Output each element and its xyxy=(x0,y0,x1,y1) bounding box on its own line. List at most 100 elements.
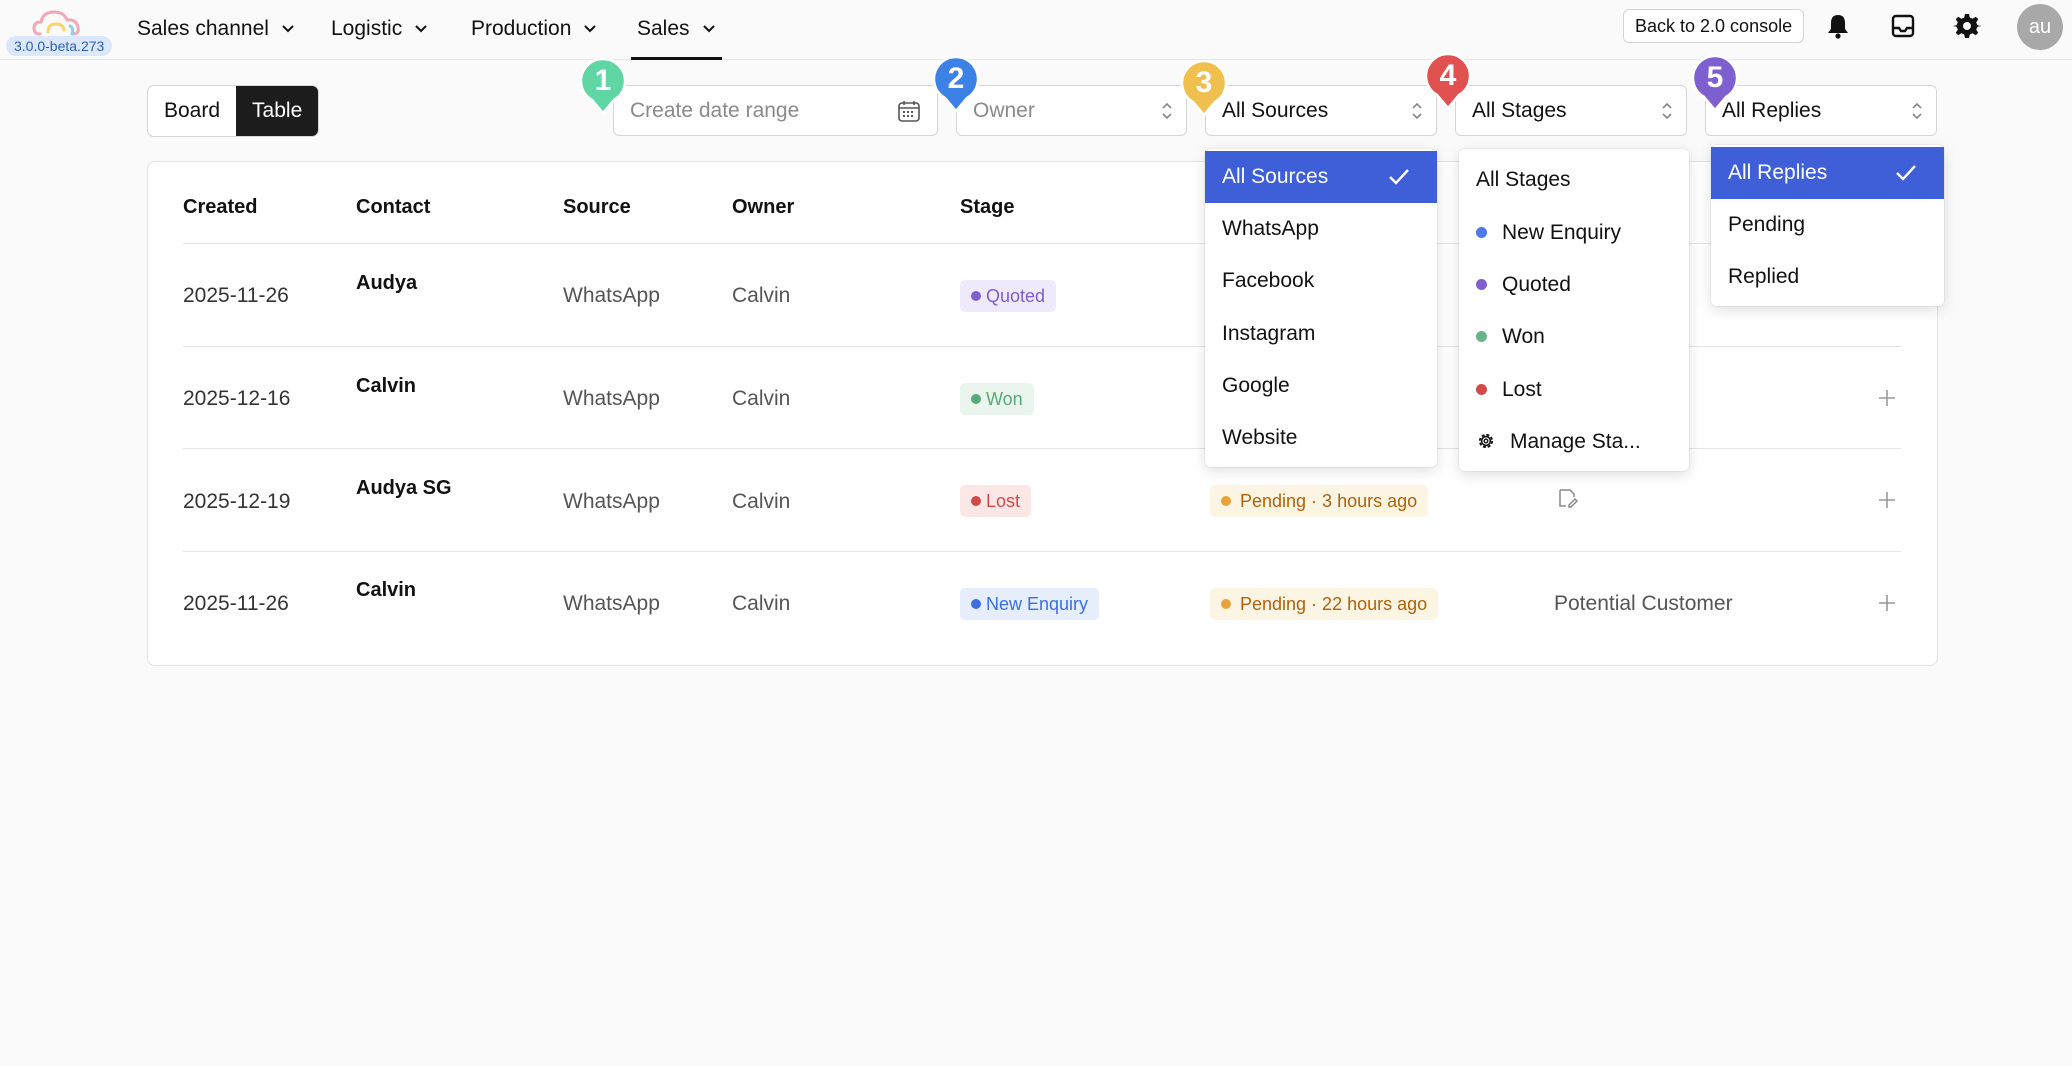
reply-dropdown: All Replies Pending Replied xyxy=(1711,145,1944,306)
chevron-down-icon xyxy=(702,25,715,33)
owner-cell: Calvin xyxy=(732,284,791,307)
source-option-whatsapp[interactable]: WhatsApp xyxy=(1205,203,1437,255)
stage-option-lost[interactable]: Lost xyxy=(1459,364,1689,416)
nav-label: Sales xyxy=(637,17,690,40)
manage-stages-option[interactable]: Manage Sta... xyxy=(1459,416,1689,468)
option-label: All Replies xyxy=(1728,161,1828,184)
contact-cell[interactable]: Calvin xyxy=(356,579,416,602)
created-cell: 2025-11-26 xyxy=(183,284,289,307)
source-cell: WhatsApp xyxy=(563,284,660,307)
inbox-icon[interactable] xyxy=(1889,12,1917,40)
status-dot xyxy=(1476,227,1487,238)
chevron-down-icon xyxy=(584,25,597,33)
step-marker-1: 1 xyxy=(578,56,628,115)
contact-cell[interactable]: Audya xyxy=(356,272,417,295)
row-divider xyxy=(183,551,1901,552)
step-marker-2: 2 xyxy=(931,54,981,113)
marker-number: 3 xyxy=(1195,66,1213,99)
step-marker-4: 4 xyxy=(1423,51,1473,110)
stage-badge[interactable]: Won xyxy=(960,383,1034,415)
status-dot xyxy=(1476,279,1487,290)
source-option-all[interactable]: All Sources xyxy=(1205,151,1437,203)
status-dot xyxy=(1476,384,1487,395)
nav-sales-channel[interactable]: Sales channel xyxy=(137,0,295,58)
gear-icon[interactable] xyxy=(1953,12,1981,40)
edit-note-icon[interactable] xyxy=(1556,487,1578,509)
column-header-source[interactable]: Source xyxy=(563,196,631,219)
stage-option-quoted[interactable]: Quoted xyxy=(1459,259,1689,311)
user-avatar[interactable]: au xyxy=(2017,4,2063,50)
stage-select-value: All Stages xyxy=(1472,99,1567,122)
source-option-website[interactable]: Website xyxy=(1205,412,1437,464)
reply-status-badge: Pending · 22 hours ago xyxy=(1210,588,1439,620)
stage-badge[interactable]: Lost xyxy=(960,485,1032,517)
nav-label: Production xyxy=(471,17,572,40)
nav-label: Logistic xyxy=(331,17,403,40)
column-header-contact[interactable]: Contact xyxy=(356,196,430,219)
option-label: All Sources xyxy=(1222,165,1329,188)
option-label: Lost xyxy=(1502,378,1542,401)
calendar-icon[interactable] xyxy=(897,99,921,123)
top-navbar: 3.0.0-beta.273 Sales channel Logistic Pr… xyxy=(0,0,2072,60)
up-down-chevron-icon xyxy=(1162,102,1172,120)
stage-badge[interactable]: Quoted xyxy=(960,280,1057,312)
source-option-google[interactable]: Google xyxy=(1205,360,1437,412)
source-select-value: All Sources xyxy=(1222,99,1329,122)
table-view-button[interactable]: Table xyxy=(236,86,319,136)
created-cell: 2025-11-26 xyxy=(183,592,289,615)
source-option-instagram[interactable]: Instagram xyxy=(1205,308,1437,360)
check-icon xyxy=(1389,169,1409,185)
column-header-owner[interactable]: Owner xyxy=(732,196,794,219)
reply-option-replied[interactable]: Replied xyxy=(1711,251,1944,303)
nav-production[interactable]: Production xyxy=(471,0,597,58)
stage-option-all[interactable]: All Stages xyxy=(1459,154,1689,206)
marker-number: 2 xyxy=(947,62,965,95)
contact-cell[interactable]: Audya SG xyxy=(356,477,452,500)
column-header-created[interactable]: Created xyxy=(183,196,257,219)
step-marker-5: 5 xyxy=(1690,53,1740,112)
owner-cell: Calvin xyxy=(732,387,791,410)
plus-icon[interactable] xyxy=(1877,593,1897,613)
nav-label: Sales channel xyxy=(137,17,269,40)
bell-icon[interactable] xyxy=(1824,12,1852,40)
plus-icon[interactable] xyxy=(1877,490,1897,510)
owner-cell: Calvin xyxy=(732,490,791,513)
stage-badge[interactable]: New Enquiry xyxy=(960,588,1100,620)
owner-select[interactable]: Owner xyxy=(956,85,1187,136)
owner-cell: Calvin xyxy=(732,592,791,615)
up-down-chevron-icon xyxy=(1912,102,1922,120)
up-down-chevron-icon xyxy=(1662,102,1672,120)
up-down-chevron-icon xyxy=(1412,102,1422,120)
chevron-down-icon xyxy=(415,25,427,33)
stage-option-new-enquiry[interactable]: New Enquiry xyxy=(1459,207,1689,259)
marker-number: 1 xyxy=(594,64,612,97)
contact-cell[interactable]: Calvin xyxy=(356,375,416,398)
created-cell: 2025-12-19 xyxy=(183,490,291,513)
source-option-facebook[interactable]: Facebook xyxy=(1205,255,1437,307)
plus-icon[interactable] xyxy=(1877,388,1897,408)
nav-sales[interactable]: Sales xyxy=(631,0,722,60)
owner-placeholder: Owner xyxy=(973,99,1035,122)
reply-option-all[interactable]: All Replies xyxy=(1711,147,1944,199)
date-range-input[interactable]: Create date range xyxy=(613,85,938,136)
stage-dropdown: All Stages New Enquiry Quoted Won Lost M… xyxy=(1459,149,1689,471)
stage-select[interactable]: All Stages xyxy=(1455,85,1687,136)
marker-number: 4 xyxy=(1439,59,1457,92)
option-label: Quoted xyxy=(1502,273,1571,296)
column-header-stage[interactable]: Stage xyxy=(960,196,1014,219)
back-to-console-button[interactable]: Back to 2.0 console xyxy=(1623,9,1805,43)
chevron-down-icon xyxy=(282,25,294,33)
stage-option-won[interactable]: Won xyxy=(1459,311,1689,363)
option-label: Won xyxy=(1502,325,1545,348)
check-icon xyxy=(1896,165,1916,181)
board-view-button[interactable]: Board xyxy=(148,86,236,136)
note-cell[interactable]: Potential Customer xyxy=(1554,592,1733,616)
date-range-placeholder: Create date range xyxy=(630,99,800,122)
source-select[interactable]: All Sources xyxy=(1205,85,1437,136)
cloud-logo-icon[interactable] xyxy=(30,6,86,40)
nav-logistic[interactable]: Logistic xyxy=(331,0,428,58)
version-badge: 3.0.0-beta.273 xyxy=(6,36,113,56)
source-dropdown: All Sources WhatsApp Facebook Instagram … xyxy=(1205,149,1437,467)
view-toggle: Board Table xyxy=(147,85,320,137)
reply-option-pending[interactable]: Pending xyxy=(1711,199,1944,251)
